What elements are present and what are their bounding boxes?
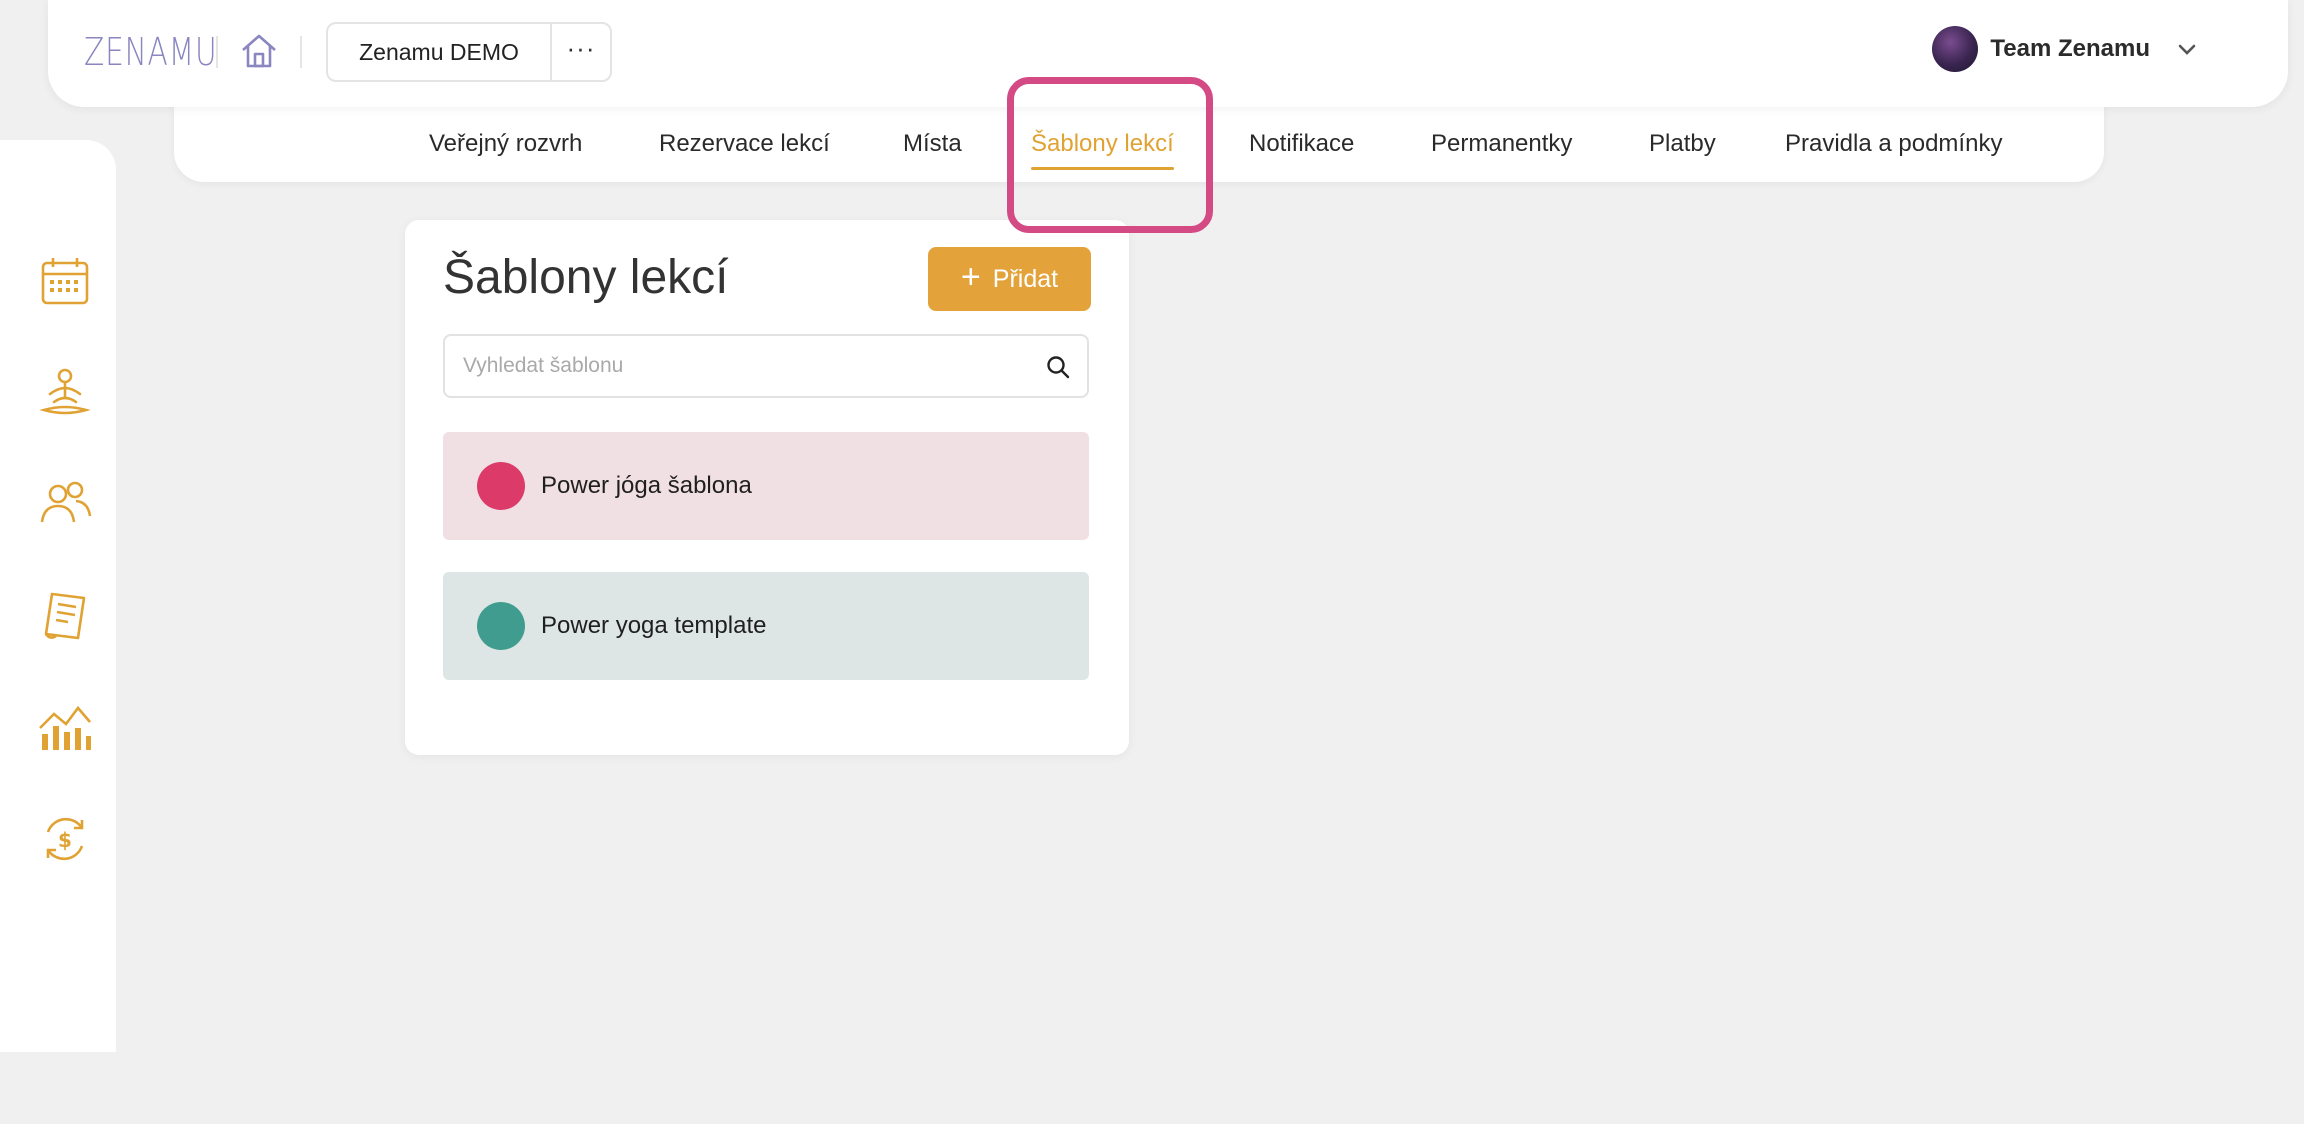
calendar-icon[interactable]: [36, 252, 94, 310]
users-icon[interactable]: [36, 474, 94, 532]
payment-icon[interactable]: $: [36, 810, 94, 868]
header-divider: [216, 36, 218, 68]
app-logo[interactable]: ZENAMU: [84, 30, 217, 74]
search-input[interactable]: [461, 336, 1021, 396]
template-item[interactable]: Power jóga šablona: [443, 432, 1089, 540]
svg-text:$: $: [58, 828, 72, 852]
tab-sablony-lekci[interactable]: Šablony lekcí: [1031, 130, 1174, 170]
template-color-dot: [477, 602, 525, 650]
plus-icon: +: [960, 258, 981, 296]
template-color-dot: [477, 462, 525, 510]
chevron-down-icon[interactable]: [2176, 38, 2198, 60]
top-header: ZENAMU Zenamu DEMO ··· Team Zenamu: [48, 0, 2288, 107]
chart-icon[interactable]: [36, 698, 94, 756]
user-name: Team Zenamu: [1990, 35, 2150, 62]
tab-rezervace-lekci[interactable]: Rezervace lekcí: [659, 130, 830, 158]
template-item[interactable]: Power yoga template: [443, 572, 1089, 680]
add-template-button[interactable]: + Přidat: [928, 247, 1091, 311]
tab-pravidla-a-podminky[interactable]: Pravidla a podmínky: [1785, 130, 2002, 158]
document-icon[interactable]: [36, 586, 94, 644]
sidebar: $: [0, 140, 116, 1124]
workspace-switcher: Zenamu DEMO ···: [326, 22, 612, 82]
user-menu[interactable]: Team Zenamu: [1932, 26, 2198, 72]
tab-mista[interactable]: Místa: [903, 130, 962, 158]
lesson-templates-card: Šablony lekcí + Přidat Power jóga šablon…: [405, 220, 1129, 755]
home-icon[interactable]: [238, 30, 280, 72]
sidebar-active-notch: [0, 1052, 116, 1124]
search-field[interactable]: [443, 334, 1089, 398]
tab-notifikace[interactable]: Notifikace: [1249, 130, 1354, 158]
tab-verejny-rozvrh[interactable]: Veřejný rozvrh: [429, 130, 582, 158]
tab-platby[interactable]: Platby: [1649, 130, 1716, 158]
tab-permanentky[interactable]: Permanentky: [1431, 130, 1572, 158]
template-name: Power jóga šablona: [541, 472, 752, 499]
avatar: [1932, 26, 1979, 72]
header-divider: [300, 36, 302, 68]
template-name: Power yoga template: [541, 612, 767, 639]
workspace-more-button[interactable]: ···: [552, 24, 610, 80]
yoga-icon[interactable]: [36, 364, 94, 422]
add-button-label: Přidat: [992, 264, 1059, 293]
settings-tab-bar: Veřejný rozvrh Rezervace lekcí Místa Šab…: [174, 96, 2104, 182]
search-icon[interactable]: [1045, 354, 1071, 380]
page-title: Šablony lekcí: [443, 251, 729, 304]
workspace-name-button[interactable]: Zenamu DEMO: [328, 24, 552, 80]
